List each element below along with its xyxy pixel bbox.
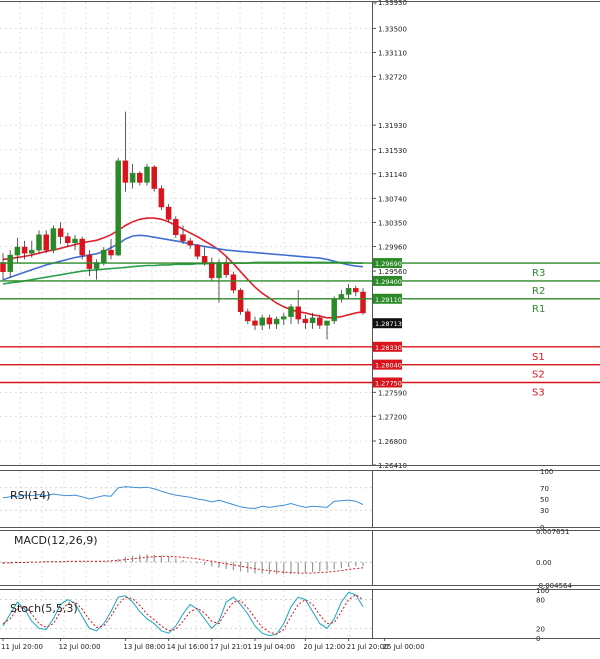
level-name-label: R3 [532,268,545,279]
time-tick-label: 12 Jul 00:00 [59,643,101,651]
candle-body [129,172,136,183]
candle-body [273,318,280,325]
chart-stage: 1.33930 1.33500 1.33110 1.32720 1.31930 1.315… [0,0,600,655]
candle-body [360,291,366,314]
candle-body [122,160,129,183]
stoch-tick-label: 100 [536,587,549,595]
candle-body [57,228,64,237]
rsi-tick-label: 50 [540,496,549,504]
candle-body [21,246,28,254]
level-name-label: S3 [532,387,545,398]
level-value-label: 1.28330 [375,344,402,352]
price-tick-label: 1.27200 [378,413,407,421]
candle-body [259,317,265,326]
level-name-label: S2 [532,370,545,381]
background [0,0,600,655]
candle-body [331,299,337,322]
level-name-label: R2 [532,286,545,297]
candle-body [317,317,323,326]
price-tick-label: 1.33110 [378,49,407,57]
candle-body [237,289,244,312]
candle-body [158,188,165,208]
candle-body [295,306,301,320]
price-tick-label: 1.31530 [378,147,407,155]
price-tick-label: 1.30740 [378,195,407,203]
candle-body [281,316,287,320]
level-value-label: 1.27750 [375,379,402,387]
level-value-label: 1.29400 [375,278,402,286]
level-name-label: R1 [532,304,545,315]
rsi-tick-label: 100 [540,468,553,476]
candle-body [173,219,179,235]
candle-body [72,238,78,243]
price-tick-label: 1.29560 [378,268,407,276]
current-price-label: 1.28713 [375,320,402,328]
price-tick-label: 1.32720 [378,73,407,81]
candle-body [86,254,93,269]
candle-body [180,234,186,242]
level-name-label: S1 [532,352,545,363]
candle-body [201,256,208,263]
time-tick-label: 14 Jul 16:00 [167,643,209,651]
candle-body [252,320,258,326]
candle-body [151,166,157,189]
rsi-title: RSI(14) [10,489,50,502]
candle-body [194,244,201,257]
rsi-tick-label: 70 [540,485,549,493]
forex-chart: 1.339301.335001.331101.327201.319301.315… [0,0,600,655]
candle-body [0,262,6,272]
time-tick-label: 11 Jul 20:00 [1,643,43,651]
candle-body [288,306,294,317]
candle-body [209,262,215,279]
price-tick-label: 1.31930 [378,122,407,130]
candle-body [230,274,237,291]
candle-body [216,262,222,279]
time-tick-label: 20 Jul 12:00 [303,643,345,651]
candle-body [29,249,35,254]
candle-body [309,317,316,324]
price-tick-label: 1.29960 [378,243,407,251]
stoch-tick-label: 20 [536,625,545,633]
candle-body [36,234,42,251]
candle-body [108,249,114,256]
candle-body [165,206,172,220]
candle-body [14,246,21,256]
price-tick-label: 1.30350 [378,219,407,227]
candle-body [101,249,107,263]
macd-title: MACD(12,26,9) [14,534,98,547]
time-tick-label: 17 Jul 21:01 [210,643,252,651]
candle-body [187,240,193,246]
macd-tick-label: 0.007651 [536,528,569,536]
stoch-title: Stoch(5,5,3) [10,602,78,615]
candle-body [65,236,71,243]
candle-body [245,311,251,322]
time-tick-label: 25 Jul 00:00 [383,643,425,651]
candle-body [50,228,57,251]
candle-body [266,317,273,325]
candle-body [345,288,352,295]
candle-body [302,318,309,324]
level-value-label: 1.28040 [375,362,402,370]
level-value-label: 1.29110 [375,296,402,304]
candle-body [353,288,359,293]
price-tick-label: 1.31140 [378,171,407,179]
candle-body [137,172,143,183]
time-tick-label: 13 Jul 08:00 [123,643,165,651]
time-tick-label: 19 Jul 04:00 [253,643,295,651]
candle-body [79,238,85,256]
candle-body [223,262,229,276]
candle-body [43,234,49,251]
stoch-tick-label: 80 [536,597,545,605]
price-tick-label: 1.27590 [378,389,407,397]
price-tick-label: 1.26800 [378,438,407,446]
candle-body [324,320,330,326]
candle-body [115,160,121,256]
level-value-label: 1.29690 [375,260,402,268]
price-tick-label: 1.33500 [378,25,407,33]
rsi-tick-label: 30 [540,507,549,515]
macd-tick-label: 0.00 [536,559,552,567]
candle-body [144,166,150,183]
